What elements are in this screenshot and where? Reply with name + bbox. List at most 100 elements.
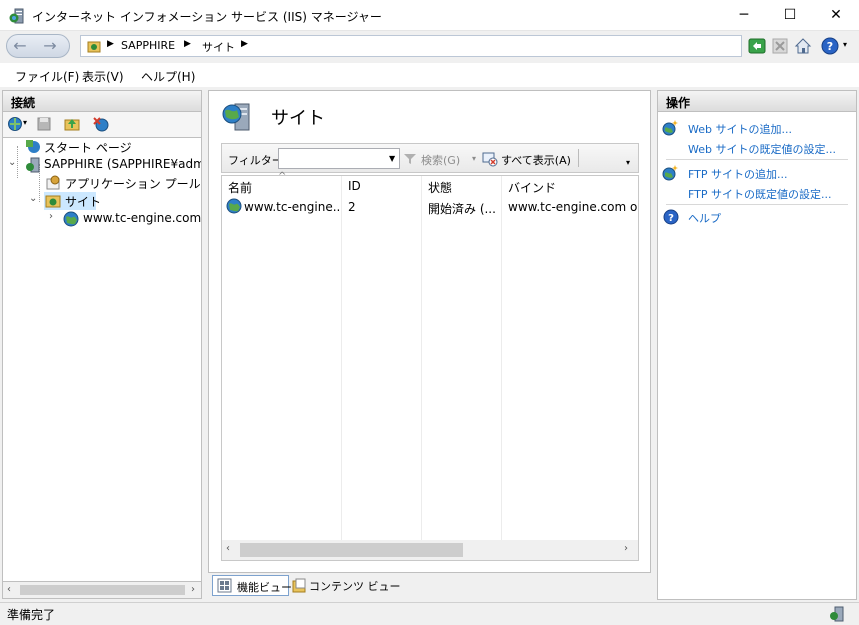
view-tabs: 機能ビュー コンテンツ ビュー <box>208 574 651 598</box>
filter-go-dropdown-arrow[interactable]: ▾ <box>472 154 476 163</box>
server-icon <box>26 157 40 173</box>
table-row[interactable]: www.tc-engine.... 2 開始済み (... www.tc-eng… <box>222 198 638 218</box>
navigation-bar: ← → ▶ SAPPHIRE ▶ サイト ▶ ? ▾ <box>0 31 859 62</box>
tree-item-website[interactable]: › www.tc-engine.com <box>3 210 202 228</box>
menu-help[interactable]: ヘルプ(H) <box>141 68 195 85</box>
page-title: サイト <box>271 108 325 129</box>
scroll-thumb[interactable] <box>240 543 463 557</box>
expand-chevron-icon[interactable]: › <box>49 211 53 222</box>
connections-horizontal-scrollbar[interactable]: ‹ › <box>2 582 202 599</box>
connections-toolbar: ▾ <box>2 112 202 137</box>
list-horizontal-scrollbar[interactable]: ‹ › <box>222 540 638 560</box>
refresh-icon[interactable] <box>748 37 766 55</box>
tree-item-label: スタート ページ <box>44 141 132 155</box>
breadcrumb-separator[interactable]: ▶ <box>241 39 248 49</box>
sort-ascending-icon: ^ <box>278 171 287 182</box>
status-bar: 準備完了 <box>0 602 859 625</box>
column-header-id[interactable]: ID <box>342 176 421 198</box>
set-website-defaults-link[interactable]: Web サイトの既定値の設定... <box>688 141 836 157</box>
start-page-icon <box>26 140 40 153</box>
sites-folder-icon <box>87 41 101 53</box>
breadcrumb-server[interactable]: SAPPHIRE <box>121 39 175 52</box>
save-icon[interactable] <box>36 116 52 132</box>
filter-input[interactable] <box>278 148 400 169</box>
collapse-chevron-icon[interactable]: ⌄ <box>8 157 16 168</box>
svg-text:?: ? <box>827 40 833 53</box>
home-icon[interactable] <box>794 37 812 55</box>
show-all-button[interactable]: すべて表示(A) <box>501 152 571 168</box>
set-ftp-defaults-link[interactable]: FTP サイトの既定値の設定... <box>688 186 831 202</box>
forward-button[interactable]: → <box>38 34 62 58</box>
add-ftp-site-icon <box>662 165 678 181</box>
help-link[interactable]: ヘルプ <box>688 210 721 226</box>
filter-dropdown-arrow[interactable]: ▼ <box>389 154 395 163</box>
title-bar: インターネット インフォメーション サービス (IIS) マネージャー ─ ☐ … <box>0 0 859 31</box>
status-text: 準備完了 <box>7 608 56 622</box>
window-title: インターネット インフォメーション サービス (IIS) マネージャー <box>32 10 382 24</box>
menu-bar: ファイル(F) 表示(V) ヘルプ(H) <box>0 63 859 87</box>
collapse-chevron-icon[interactable]: ⌄ <box>29 193 37 204</box>
svg-text:?: ? <box>668 213 674 224</box>
site-id-cell: 2 <box>348 200 356 214</box>
actions-separator <box>666 159 848 160</box>
menu-view[interactable]: 表示(V) <box>82 68 124 85</box>
column-divider <box>501 176 502 540</box>
sites-feature-panel: サイト フィルター: ▼ 検索(G) ▾ すべて表示(A) ▾ 名前 ^ ID … <box>208 90 651 573</box>
scroll-left-icon[interactable]: ‹ <box>226 543 230 554</box>
sites-large-icon <box>222 103 250 131</box>
filter-go-button[interactable]: 検索(G) <box>421 152 460 168</box>
up-level-icon[interactable] <box>64 116 80 132</box>
help-dropdown-arrow[interactable]: ▾ <box>843 40 847 49</box>
features-view-icon <box>217 578 232 593</box>
tree-item-app-pools[interactable]: アプリケーション プール <box>3 174 201 192</box>
column-header-status[interactable]: 状態 <box>422 176 501 198</box>
tree-item-label: www.tc-engine.com <box>83 211 202 225</box>
site-name-cell: www.tc-engine.... <box>244 200 340 214</box>
connections-header: 接続 <box>2 90 202 112</box>
iis-manager-icon <box>9 8 24 24</box>
breadcrumb-separator[interactable]: ▶ <box>107 39 114 49</box>
content-view-icon[interactable] <box>292 578 307 593</box>
toolbar-overflow-icon[interactable]: ▾ <box>626 158 630 167</box>
menu-file[interactable]: ファイル(F) <box>15 68 79 85</box>
tree-item-server[interactable]: ⌄ SAPPHIRE (SAPPHIRE¥administrator) <box>3 156 201 174</box>
add-website-link[interactable]: Web サイトの追加... <box>688 121 792 137</box>
maximize-button[interactable]: ☐ <box>767 0 813 31</box>
back-button[interactable]: ← <box>8 34 32 58</box>
tab-features-view[interactable]: 機能ビュー <box>212 575 292 596</box>
site-status-cell: 開始済み (... <box>428 202 496 216</box>
scroll-right-icon[interactable]: › <box>624 543 628 554</box>
connections-tree: スタート ページ ⌄ SAPPHIRE (SAPPHIRE¥administra… <box>2 137 202 582</box>
server-status-icon <box>830 606 844 622</box>
filter-toolbar: フィルター: ▼ 検索(G) ▾ すべて表示(A) ▾ <box>221 143 639 173</box>
breadcrumb-sites[interactable]: サイト <box>202 39 235 55</box>
breadcrumb-separator[interactable]: ▶ <box>184 39 191 49</box>
column-header-binding[interactable]: バインド <box>502 176 638 198</box>
actions-header: 操作 <box>657 90 857 112</box>
minimize-button[interactable]: ─ <box>721 0 767 31</box>
tree-item-label: SAPPHIRE (SAPPHIRE¥administrator) <box>44 157 201 171</box>
tree-item-start-page[interactable]: スタート ページ <box>3 138 201 156</box>
actions-panel: Web サイトの追加... Web サイトの既定値の設定... FTP サイトの… <box>657 112 857 600</box>
connect-icon[interactable] <box>7 116 23 132</box>
column-divider <box>421 176 422 540</box>
add-website-icon <box>662 120 678 136</box>
help-icon: ? <box>663 209 679 225</box>
scroll-thumb[interactable] <box>20 585 185 595</box>
column-divider <box>341 176 342 540</box>
tab-label: 機能ビュー <box>237 581 292 594</box>
scroll-left-icon[interactable]: ‹ <box>7 584 11 595</box>
tab-content-view[interactable]: コンテンツ ビュー <box>309 578 401 594</box>
disconnect-icon[interactable] <box>93 116 109 132</box>
globe-icon <box>63 211 79 227</box>
close-button[interactable]: ✕ <box>813 0 859 31</box>
actions-separator <box>666 204 848 205</box>
stop-icon[interactable] <box>771 37 789 55</box>
connect-dropdown-arrow[interactable]: ▾ <box>23 118 27 127</box>
app-pool-icon <box>46 175 60 190</box>
scroll-right-icon[interactable]: › <box>191 584 195 595</box>
tree-item-sites[interactable]: ⌄ サイト <box>3 192 201 210</box>
help-icon[interactable]: ? <box>821 37 839 55</box>
add-ftp-site-link[interactable]: FTP サイトの追加... <box>688 166 787 182</box>
address-bar[interactable]: ▶ SAPPHIRE ▶ サイト ▶ <box>80 35 742 57</box>
